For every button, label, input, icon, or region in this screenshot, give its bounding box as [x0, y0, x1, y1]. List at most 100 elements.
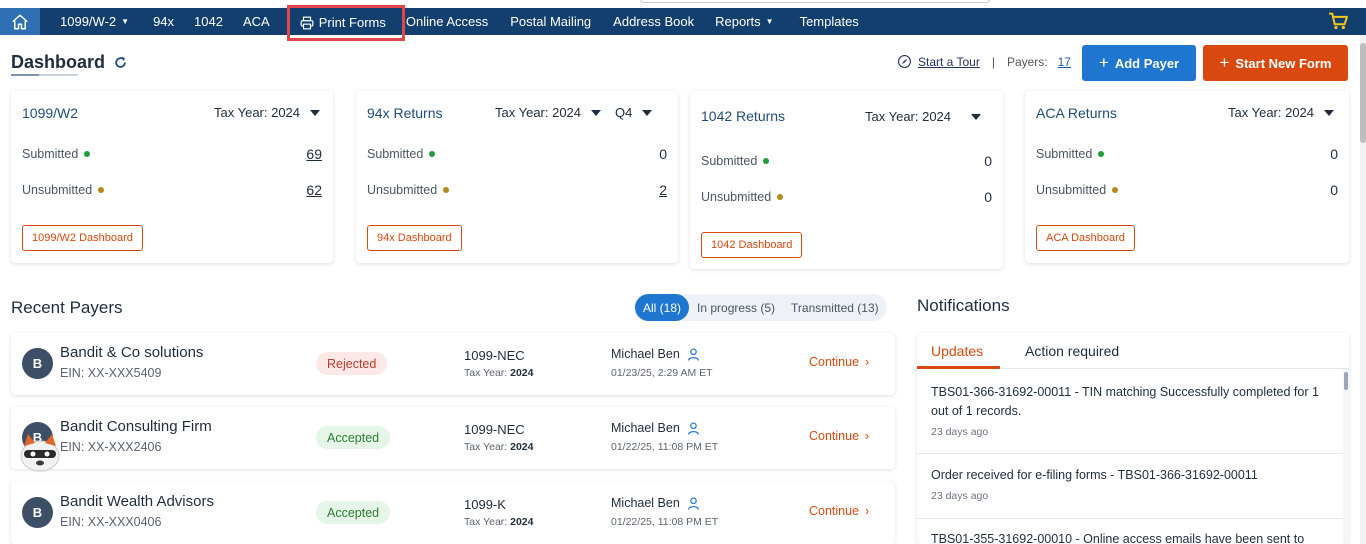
tax-year-select[interactable]: Tax Year: 2024 [214, 105, 321, 120]
tax-year-value: 2024 [510, 516, 534, 528]
submitted-count[interactable]: 69 [306, 146, 322, 162]
nav-print-forms[interactable]: Print Forms [286, 4, 405, 41]
tax-year-select[interactable]: Tax Year: 2024 [495, 105, 602, 120]
scrollbar-thumb[interactable] [1360, 43, 1366, 143]
continue-button[interactable]: Continue › [809, 429, 869, 443]
nav-label: Address Book [613, 14, 695, 29]
page-scrollbar[interactable] [1360, 35, 1366, 544]
updated-by: Michael Ben [611, 421, 700, 435]
top-strip [0, 0, 1366, 8]
quarter-select[interactable]: Q4 [615, 105, 653, 120]
tax-year-select[interactable]: Tax Year: 2024 [1228, 105, 1335, 120]
dashboard-button[interactable]: 94x Dashboard [367, 225, 462, 251]
user-name: Michael Ben [611, 496, 680, 510]
nav-1099-w2[interactable]: 1099/W-2 ▼ [40, 8, 139, 35]
plus-icon: + [1098, 53, 1109, 72]
quarter-value: Q4 [615, 105, 633, 120]
tax-year-value: Tax Year: 2024 [214, 105, 301, 120]
payer-row[interactable]: B Bandit Wealth Advisors EIN: XX-XXX0406… [11, 482, 895, 544]
submitted-label: Submitted [367, 147, 424, 161]
continue-button[interactable]: Continue › [809, 355, 869, 369]
status-dot [98, 187, 105, 193]
status-dot [763, 158, 770, 164]
nav-label: Reports [715, 14, 761, 29]
tax-year: Tax Year: 2024 [464, 367, 533, 379]
nav-templates[interactable]: Templates [784, 8, 869, 35]
notification-item[interactable]: TBS01-355-31692-00010 - Online access em… [917, 530, 1343, 544]
payers-label: Payers: [1006, 54, 1048, 69]
chevron-right-icon: › [865, 429, 870, 443]
dashboard-button[interactable]: 1099/W2 Dashboard [22, 225, 143, 251]
chevron-down-icon [310, 109, 321, 116]
payers-count-link[interactable]: 17 [1058, 55, 1071, 69]
notifications-panel: Updates Action required TBS01-366-31692-… [917, 333, 1349, 544]
payer-name: Bandit & Co solutions [60, 344, 204, 361]
unsubmitted-count: 0 [1330, 182, 1338, 198]
active-tab-indicator [917, 366, 1000, 369]
filter-transmitted[interactable]: Transmitted (13) [783, 294, 887, 321]
status-badge: Accepted [316, 501, 391, 524]
nav-postal-mailing[interactable]: Postal Mailing [498, 8, 601, 35]
page-title: Dashboard [11, 52, 128, 73]
notification-message: TBS01-366-31692-00011 - TIN matching Suc… [931, 385, 1319, 418]
tab-action-required[interactable]: Action required [1025, 343, 1119, 359]
updated-date: 01/22/25, 11:08 PM ET [611, 516, 719, 528]
refresh-icon[interactable] [113, 55, 128, 70]
payer-row[interactable]: B Bandit & Co solutions EIN: XX-XXX5409 … [11, 333, 895, 395]
filter-in-progress[interactable]: In progress (5) [689, 294, 783, 321]
cart-button[interactable] [1328, 12, 1348, 35]
nav-address-book[interactable]: Address Book [601, 8, 704, 35]
add-payer-label: Add Payer [1114, 55, 1180, 71]
nav-online-access[interactable]: Online Access [402, 8, 498, 35]
notification-tabs: Updates Action required [917, 333, 1349, 369]
notifications-scrollbar[interactable] [1343, 369, 1349, 544]
avatar: B [22, 497, 53, 528]
start-new-form-button[interactable]: + Start New Form [1203, 45, 1348, 81]
notification-item[interactable]: Order received for e-filing forms - TBS0… [917, 466, 1343, 519]
unsubmitted-count[interactable]: 62 [306, 182, 322, 198]
printer-icon [300, 16, 314, 29]
compass-icon [898, 55, 911, 68]
tab-updates[interactable]: Updates [931, 343, 983, 359]
continue-button[interactable]: Continue › [809, 504, 869, 518]
unsubmitted-count[interactable]: 2 [659, 182, 667, 198]
scrollbar-thumb[interactable] [1344, 372, 1348, 390]
submitted-count: 0 [984, 153, 992, 169]
chevron-right-icon: › [865, 355, 870, 369]
tax-year-value: 2024 [510, 367, 534, 379]
tax-year: Tax Year: 2024 [464, 441, 533, 453]
nav-1042[interactable]: 1042 [184, 8, 233, 35]
continue-label: Continue [809, 504, 860, 518]
card-94x: 94x Returns Tax Year: 2024 Q4 Submitted 0… [356, 91, 678, 263]
dashboard-button[interactable]: ACA Dashboard [1036, 225, 1135, 251]
submitted-count: 0 [1330, 146, 1338, 162]
notification-time: 23 days ago [931, 426, 989, 438]
status-dot [777, 194, 784, 200]
card-aca: ACA Returns Tax Year: 2024 Submitted 0 Un… [1025, 91, 1349, 263]
tax-year-select[interactable]: Tax Year: 2024 [865, 109, 982, 124]
mascot-icon[interactable] [16, 430, 64, 474]
start-tour-link[interactable]: Start a Tour [918, 55, 980, 69]
form-type: 1099-K [464, 497, 506, 512]
continue-label: Continue [809, 429, 860, 443]
unsubmitted-label: Unsubmitted [1036, 183, 1107, 197]
user-icon [687, 421, 699, 435]
nav-aca[interactable]: ACA [233, 8, 280, 35]
nav-label: 94x [153, 14, 175, 29]
filter-all[interactable]: All (18) [635, 294, 690, 321]
dashboard-button[interactable]: 1042 Dashboard [701, 232, 803, 258]
nav-94x[interactable]: 94x [139, 8, 184, 35]
nav-reports[interactable]: Reports ▼ [704, 8, 783, 35]
card-1099-w2: 1099/W2 Tax Year: 2024 Submitted 69 Unsub… [11, 91, 333, 263]
chevron-down-icon: ▼ [765, 17, 774, 26]
nav-label: Print Forms [318, 15, 386, 30]
avatar: B [22, 348, 53, 379]
payer-row[interactable]: B Bandit Consulting Firm EIN: XX-XXX2406… [11, 407, 895, 469]
add-payer-button[interactable]: + Add Payer [1082, 45, 1196, 81]
separator: | [991, 54, 995, 69]
tax-year-label: Tax Year: [464, 367, 508, 379]
notification-item[interactable]: TBS01-366-31692-00011 - TIN matching Suc… [917, 383, 1343, 454]
submitted-row: Submitted 0 [1036, 146, 1338, 162]
submitted-row: Submitted 69 [22, 146, 322, 162]
home-button[interactable] [0, 8, 40, 35]
